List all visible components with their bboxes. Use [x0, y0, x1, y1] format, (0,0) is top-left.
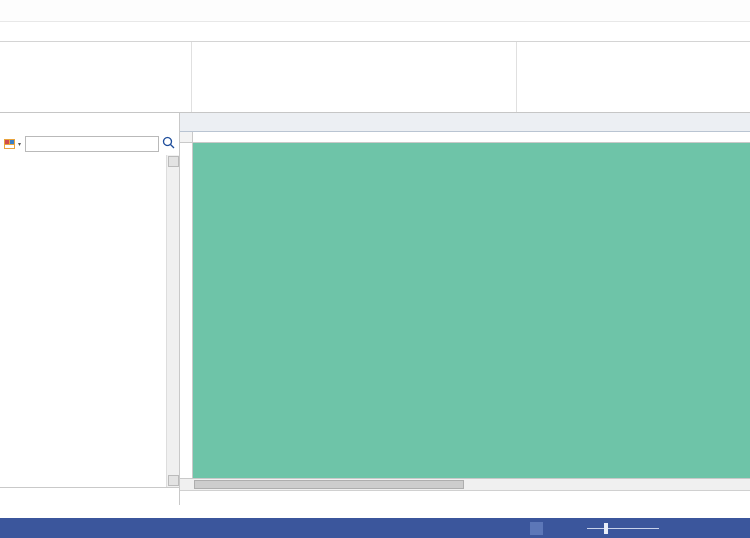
document-tabs — [180, 113, 750, 132]
libraries-sidebar: ▾ — [0, 113, 180, 505]
search-icon[interactable] — [162, 136, 175, 152]
sidebar-tabs — [0, 487, 179, 505]
menu-bar — [0, 22, 750, 41]
ribbon-group-label-libraries — [6, 110, 185, 112]
zoom-slider[interactable] — [584, 522, 662, 534]
vertical-ruler — [180, 143, 193, 478]
minimize-button[interactable] — [672, 0, 698, 21]
shapes-panel — [0, 155, 179, 487]
color-palette — [0, 505, 750, 518]
infographic-page[interactable] — [193, 143, 750, 478]
window-controls — [672, 0, 750, 21]
horizontal-scrollbar[interactable] — [180, 478, 750, 490]
scroll-down-icon[interactable] — [167, 475, 179, 486]
ribbon-group-drawing-tools — [192, 42, 517, 112]
title-bar — [0, 0, 750, 22]
search-input[interactable] — [25, 136, 159, 152]
ribbon-group-libraries — [0, 42, 192, 112]
shapes-scrollbar[interactable] — [166, 155, 179, 487]
page-bar — [180, 490, 750, 505]
zoom-track[interactable] — [587, 522, 659, 534]
canvas-area — [180, 113, 750, 505]
close-button[interactable] — [724, 0, 750, 21]
main-area: ▾ — [0, 113, 750, 505]
sidebar-search-row: ▾ — [0, 133, 179, 155]
scroll-thumb[interactable] — [194, 480, 464, 489]
edraw-max-window: ▾ — [0, 0, 750, 538]
horizontal-ruler — [180, 132, 750, 143]
presentation-view-icon[interactable] — [566, 522, 579, 535]
palette-swatches[interactable] — [4, 506, 748, 517]
grid-icon[interactable] — [731, 522, 744, 535]
canvas-scroll[interactable] — [193, 143, 750, 478]
zoom-thumb[interactable] — [604, 522, 608, 534]
ribbon-group-label-drawing — [198, 110, 510, 112]
scroll-up-icon[interactable] — [167, 156, 179, 167]
maximize-button[interactable] — [698, 0, 724, 21]
normal-view-icon[interactable] — [530, 521, 543, 535]
ruler-corner — [180, 132, 193, 142]
ribbon-group-geometry — [517, 42, 529, 112]
zoom-search-icon[interactable] — [713, 522, 726, 535]
fit-width-icon[interactable] — [695, 522, 708, 535]
split-view-icon[interactable] — [548, 522, 561, 535]
ribbon-toolbar — [0, 41, 750, 113]
status-bar — [0, 518, 750, 538]
status-right — [530, 521, 744, 535]
sidebar-header — [0, 113, 179, 133]
library-dropdown-icon[interactable]: ▾ — [4, 136, 22, 152]
fit-page-icon[interactable] — [677, 522, 690, 535]
